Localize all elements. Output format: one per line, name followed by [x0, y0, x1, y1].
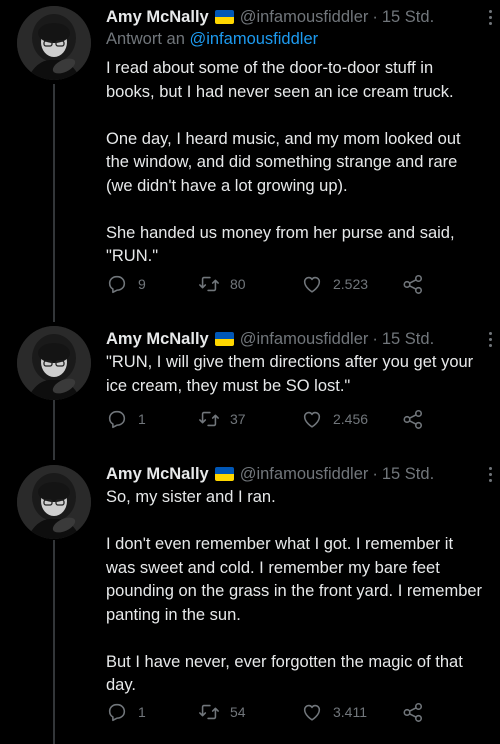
- reply-count: 1: [138, 704, 146, 720]
- tweet-actions: 1 54 3.411: [106, 698, 436, 726]
- more-options-icon[interactable]: [480, 6, 500, 28]
- avatar[interactable]: [17, 465, 91, 539]
- more-options-icon[interactable]: [480, 463, 500, 485]
- separator: ·: [372, 465, 378, 483]
- share-button[interactable]: [402, 698, 424, 726]
- reply-icon: [108, 275, 126, 294]
- reply-icon: [108, 410, 126, 429]
- tweet-text: So, my sister and I ran. I don't even re…: [106, 488, 483, 694]
- heart-icon: [303, 276, 321, 293]
- reply-button[interactable]: 9: [106, 270, 146, 298]
- share-icon: [403, 702, 423, 722]
- tweet-text: I read about some of the door-to-door st…: [106, 59, 461, 265]
- user-handle[interactable]: @infamousfiddler: [240, 463, 369, 485]
- timestamp[interactable]: 15 Std.: [382, 463, 434, 485]
- like-count: 2.456: [333, 411, 369, 427]
- reply-button[interactable]: 1: [106, 405, 146, 433]
- like-count: 2.523: [333, 276, 369, 292]
- retweet-button[interactable]: 54: [198, 698, 246, 726]
- like-button[interactable]: 2.523: [301, 270, 368, 298]
- ukraine-flag-icon: [214, 10, 234, 24]
- display-name[interactable]: Amy McNally: [106, 6, 209, 28]
- reply-count: 1: [138, 411, 146, 427]
- reply-context: Antwort an @infamousfiddler: [106, 28, 486, 50]
- retweet-icon: [199, 704, 219, 720]
- avatar[interactable]: [17, 326, 91, 400]
- retweet-icon: [199, 411, 219, 427]
- ukraine-flag-icon: [214, 467, 234, 481]
- tweet-text: "RUN, I will give them directions after …: [106, 353, 474, 395]
- tweet-actions: 9 80 2.523: [106, 270, 436, 298]
- share-icon: [403, 274, 423, 294]
- tweet-header: Amy McNally @infamousfiddler · 15 Std.: [106, 6, 492, 28]
- timestamp[interactable]: 15 Std.: [382, 6, 434, 28]
- retweet-count: 37: [230, 411, 246, 427]
- tweet-header: Amy McNally @infamousfiddler · 15 Std.: [106, 328, 492, 350]
- tweet[interactable]: Amy McNally @infamousfiddler · 15 Std. A…: [0, 0, 500, 320]
- user-handle[interactable]: @infamousfiddler: [240, 328, 369, 350]
- like-count: 3.411: [333, 704, 367, 720]
- ukraine-flag-icon: [214, 332, 234, 346]
- reply-prefix: Antwort an: [106, 30, 185, 48]
- tweet-actions: 1 37 2.456: [106, 405, 436, 433]
- tweet-thread: Amy McNally @infamousfiddler · 15 Std. A…: [0, 0, 500, 744]
- more-options-icon[interactable]: [480, 328, 500, 350]
- share-button[interactable]: [402, 405, 424, 433]
- tweet[interactable]: Amy McNally @infamousfiddler · 15 Std. S…: [0, 460, 500, 744]
- share-icon: [403, 409, 423, 429]
- reply-icon: [108, 703, 126, 722]
- retweet-count: 54: [230, 704, 246, 720]
- retweet-button[interactable]: 80: [198, 270, 246, 298]
- heart-icon: [303, 704, 321, 721]
- avatar[interactable]: [17, 6, 91, 80]
- tweet[interactable]: Amy McNally @infamousfiddler · 15 Std. "…: [0, 320, 500, 460]
- display-name[interactable]: Amy McNally: [106, 328, 209, 350]
- reply-button[interactable]: 1: [106, 698, 146, 726]
- reply-handle-link[interactable]: @infamousfiddler: [189, 30, 318, 48]
- separator: ·: [372, 330, 378, 348]
- tweet-header: Amy McNally @infamousfiddler · 15 Std.: [106, 463, 492, 485]
- like-button[interactable]: 3.411: [301, 698, 367, 726]
- retweet-count: 80: [230, 276, 246, 292]
- timestamp[interactable]: 15 Std.: [382, 328, 434, 350]
- reply-count: 9: [138, 276, 146, 292]
- share-button[interactable]: [402, 270, 424, 298]
- heart-icon: [303, 411, 321, 428]
- user-handle[interactable]: @infamousfiddler: [240, 6, 369, 28]
- display-name[interactable]: Amy McNally: [106, 463, 209, 485]
- retweet-icon: [199, 276, 219, 292]
- retweet-button[interactable]: 37: [198, 405, 246, 433]
- like-button[interactable]: 2.456: [301, 405, 368, 433]
- separator: ·: [372, 8, 378, 26]
